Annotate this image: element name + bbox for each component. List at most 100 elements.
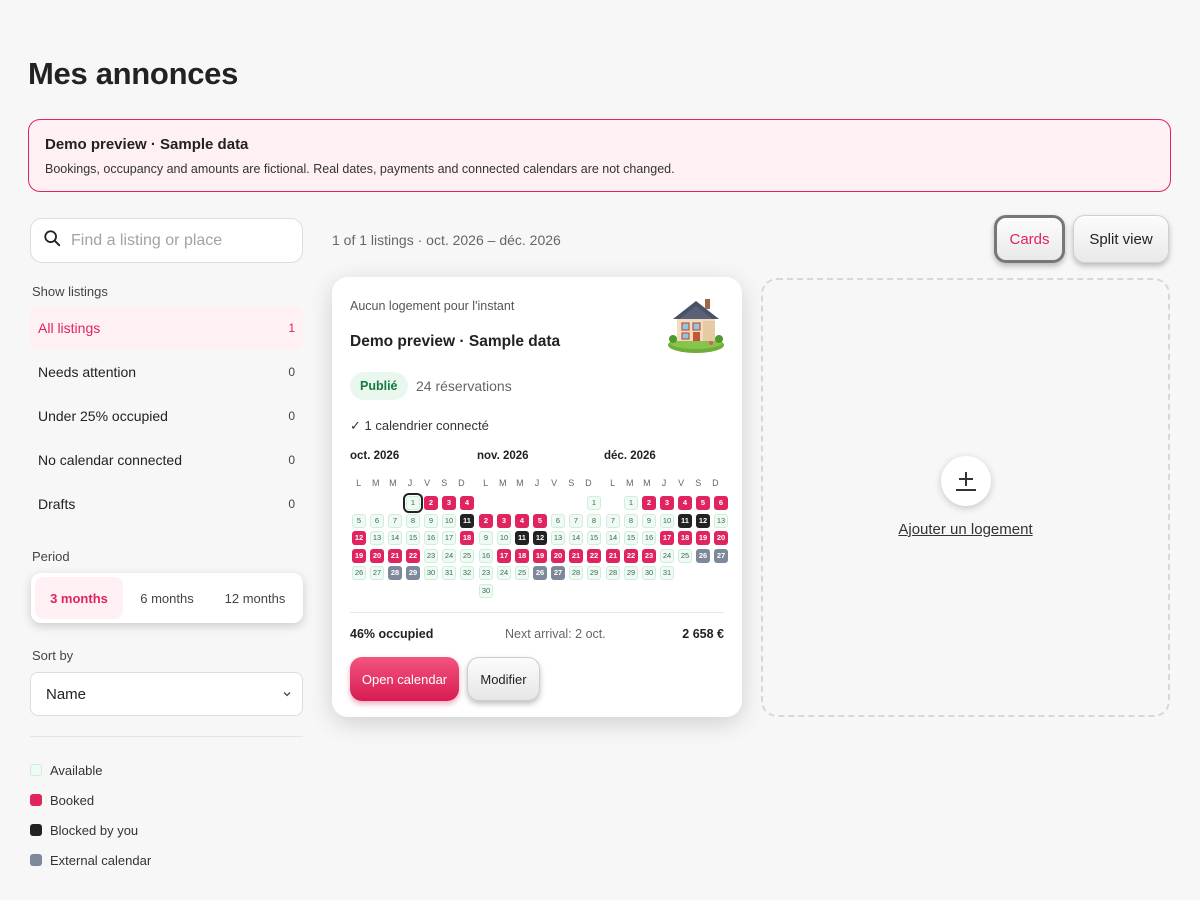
calendar-day-available[interactable]: 30 xyxy=(424,566,438,580)
calendar-day-booked[interactable]: 22 xyxy=(406,548,420,563)
calendar-day-booked[interactable]: 21 xyxy=(388,548,402,563)
calendar-day-booked[interactable]: 21 xyxy=(569,548,583,563)
calendar-day-external[interactable]: 27 xyxy=(714,548,728,563)
calendar-day-available[interactable]: 30 xyxy=(642,566,656,580)
calendar-day-available[interactable]: 25 xyxy=(678,548,692,563)
calendar-day-available[interactable]: 14 xyxy=(606,531,620,545)
calendar-day-available[interactable]: 15 xyxy=(406,531,420,545)
period-12-months[interactable]: 12 months xyxy=(211,577,299,619)
calendar-day-available[interactable]: 31 xyxy=(442,566,456,580)
calendar-day-booked[interactable]: 2 xyxy=(642,496,656,510)
calendar-day-available[interactable]: 1 xyxy=(624,496,638,510)
filter-no-calendar[interactable]: No calendar connected 0 xyxy=(30,438,303,482)
calendar-day-available[interactable]: 27 xyxy=(370,566,384,580)
calendar-day-booked[interactable]: 22 xyxy=(624,548,638,563)
calendar-day-available[interactable]: 13 xyxy=(551,531,565,545)
calendar-day-booked[interactable]: 4 xyxy=(460,496,474,510)
calendar-day-available[interactable]: 6 xyxy=(370,513,384,528)
calendar-day-booked[interactable]: 2 xyxy=(424,496,438,510)
calendar-day-booked[interactable]: 18 xyxy=(515,548,529,563)
calendar-day-available[interactable]: 30 xyxy=(479,583,493,598)
calendar-day-available[interactable]: 13 xyxy=(714,513,728,528)
calendar-day-booked[interactable]: 21 xyxy=(606,548,620,563)
calendar-day-available[interactable]: 6 xyxy=(551,513,565,528)
calendar-day-external[interactable]: 28 xyxy=(388,566,402,580)
calendar-day-booked[interactable]: 20 xyxy=(370,548,384,563)
calendar-day-available[interactable]: 9 xyxy=(479,531,493,545)
calendar-day-booked[interactable]: 19 xyxy=(352,548,366,563)
modify-button[interactable]: Modifier xyxy=(467,657,540,701)
filter-all-listings[interactable]: All listings 1 xyxy=(30,306,303,350)
calendar-day-available[interactable]: 24 xyxy=(497,566,511,580)
calendar-day-available[interactable]: 29 xyxy=(587,566,601,580)
calendar-day-blocked[interactable]: 12 xyxy=(533,531,547,545)
calendar-day-blocked[interactable]: 11 xyxy=(460,513,474,528)
calendar-day-available[interactable]: 32 xyxy=(460,566,474,580)
calendar-day-booked[interactable]: 5 xyxy=(533,513,547,528)
filter-needs-attention[interactable]: Needs attention 0 xyxy=(30,350,303,394)
calendar-day-available[interactable]: 28 xyxy=(606,566,620,580)
calendar-day-booked[interactable]: 19 xyxy=(533,548,547,563)
calendar-day-booked[interactable]: 17 xyxy=(497,548,511,563)
calendar-day-available[interactable]: 16 xyxy=(642,531,656,545)
calendar-day-available[interactable]: 23 xyxy=(479,566,493,580)
calendar-day-booked[interactable]: 4 xyxy=(678,496,692,510)
calendar-day-available[interactable]: 31 xyxy=(660,566,674,580)
calendar-day-blocked[interactable]: 11 xyxy=(678,513,692,528)
calendar-day-blocked[interactable]: 12 xyxy=(696,513,710,528)
calendar-day-available[interactable]: 7 xyxy=(606,513,620,528)
calendar-day-available[interactable]: 15 xyxy=(587,531,601,545)
view-split-button[interactable]: Split view xyxy=(1073,215,1169,263)
calendar-day-available[interactable]: 29 xyxy=(624,566,638,580)
calendar-day-available[interactable]: 5 xyxy=(352,513,366,528)
calendar-day-available[interactable]: 9 xyxy=(642,513,656,528)
calendar-day-available[interactable]: 8 xyxy=(406,513,420,528)
calendar-day-available[interactable]: 23 xyxy=(424,548,438,563)
filter-under-25-occupied[interactable]: Under 25% occupied 0 xyxy=(30,394,303,438)
calendar-day-available[interactable]: 26 xyxy=(352,566,366,580)
calendar-day-available[interactable]: 14 xyxy=(388,531,402,545)
calendar-day-booked[interactable]: 12 xyxy=(352,531,366,545)
calendar-day-booked[interactable]: 20 xyxy=(714,531,728,545)
calendar-day-booked[interactable]: 19 xyxy=(696,531,710,545)
calendar-day-available[interactable]: 10 xyxy=(660,513,674,528)
calendar-day-available[interactable]: 1 xyxy=(587,496,601,510)
filter-drafts[interactable]: Drafts 0 xyxy=(30,482,303,526)
calendar-day-booked[interactable]: 18 xyxy=(460,531,474,545)
calendar-day-booked[interactable]: 22 xyxy=(587,548,601,563)
calendar-day-booked[interactable]: 17 xyxy=(660,531,674,545)
calendar-day-available[interactable]: 25 xyxy=(515,566,529,580)
calendar-day-external[interactable]: 27 xyxy=(551,566,565,580)
calendar-day-available[interactable]: 13 xyxy=(370,531,384,545)
calendar-day-available[interactable]: 24 xyxy=(660,548,674,563)
add-listing-card[interactable]: Ajouter un logement xyxy=(761,278,1170,717)
calendar-day-booked[interactable]: 20 xyxy=(551,548,565,563)
search-input[interactable] xyxy=(71,231,291,250)
calendar-day-available[interactable]: 16 xyxy=(479,548,493,563)
calendar-day-available[interactable]: 15 xyxy=(624,531,638,545)
calendar-day-available[interactable]: 24 xyxy=(442,548,456,563)
calendar-day-available[interactable]: 8 xyxy=(624,513,638,528)
calendar-day-available[interactable]: 14 xyxy=(569,531,583,545)
period-6-months[interactable]: 6 months xyxy=(123,577,211,619)
calendar-day-booked[interactable]: 3 xyxy=(660,496,674,510)
calendar-day-available[interactable]: 7 xyxy=(569,513,583,528)
calendar-day-booked[interactable]: 18 xyxy=(678,531,692,545)
calendar-day-booked[interactable]: 23 xyxy=(642,548,656,563)
calendar-day-available[interactable]: 10 xyxy=(497,531,511,545)
calendar-day-booked[interactable]: 6 xyxy=(714,496,728,510)
calendar-day-available[interactable]: 10 xyxy=(442,513,456,528)
calendar-day-available[interactable]: 16 xyxy=(424,531,438,545)
calendar-day-booked[interactable]: 2 xyxy=(479,513,493,528)
calendar-day-available[interactable]: 9 xyxy=(424,513,438,528)
calendar-day-available[interactable]: 1 xyxy=(403,493,423,513)
open-calendar-button[interactable]: Open calendar xyxy=(350,657,459,701)
calendar-day-available[interactable]: 25 xyxy=(460,548,474,563)
calendar-day-available[interactable]: 17 xyxy=(442,531,456,545)
view-cards-button[interactable]: Cards xyxy=(994,215,1065,263)
period-3-months[interactable]: 3 months xyxy=(35,577,123,619)
sort-select[interactable]: Name xyxy=(30,672,303,716)
calendar-day-external[interactable]: 26 xyxy=(696,548,710,563)
calendar-day-available[interactable]: 8 xyxy=(587,513,601,528)
calendar-day-external[interactable]: 29 xyxy=(406,566,420,580)
